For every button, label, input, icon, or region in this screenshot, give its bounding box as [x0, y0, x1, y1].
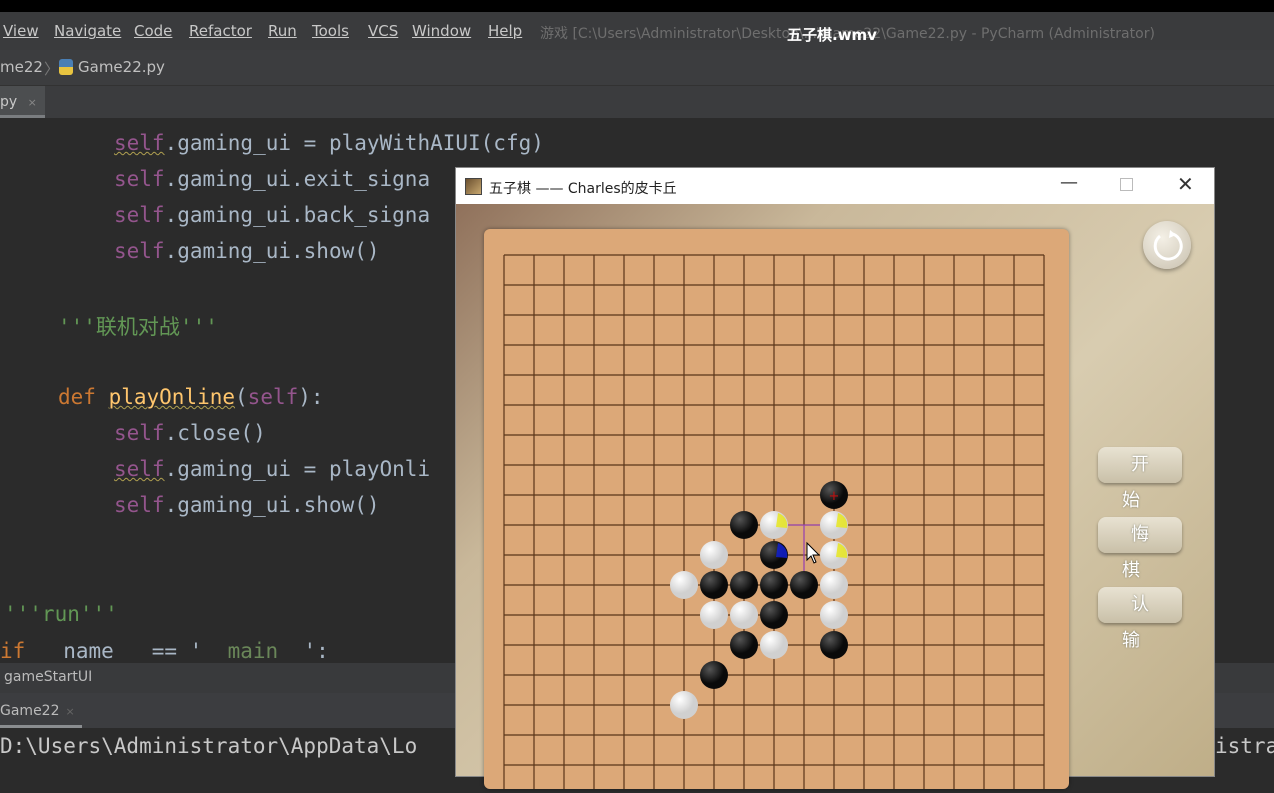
code-line: self.gaming_ui.back_signa [114, 203, 431, 227]
gomoku-title-bar: 五子棋 —— Charles的皮卡丘 — ✕ [456, 168, 1214, 204]
menu-tools[interactable]: Tools [312, 22, 349, 40]
video-top-bar [0, 0, 1274, 12]
code-line: self.gaming_ui.show() [114, 493, 380, 517]
gomoku-board[interactable]: + [484, 229, 1069, 793]
menu-code[interactable]: Code [134, 22, 172, 40]
tab-game22-py[interactable]: py × [0, 86, 45, 118]
python-file-icon [59, 59, 73, 75]
last-move-marker: + [829, 489, 840, 504]
white-stone [670, 691, 698, 719]
app-icon [465, 178, 482, 195]
code-line: def playOnline(self): [58, 385, 324, 409]
surrender-button[interactable]: 认输 [1098, 587, 1182, 651]
menu-window[interactable]: Window [412, 22, 471, 40]
tab-label: py [0, 94, 18, 110]
console-line-overflow: istra [1215, 734, 1274, 758]
white-stone [670, 571, 698, 599]
black-stone [730, 631, 758, 659]
code-line: '''联机对战''' [58, 315, 218, 339]
nav-project[interactable]: me22 [0, 58, 43, 76]
code-line: if name == ' main ': [0, 639, 329, 663]
black-stone [760, 601, 788, 629]
navigation-bar: me22 〉 Game22.py [0, 50, 1274, 86]
menu-bar: View Navigate Code Refactor Run Tools VC… [0, 12, 1274, 50]
start-button[interactable]: 开始 [1098, 447, 1182, 511]
menu-help[interactable]: Help [488, 22, 522, 40]
video-title: 五子棋.wmv [787, 26, 877, 44]
editor-tabs: py × [0, 86, 1274, 118]
menu-vcs[interactable]: VCS [368, 22, 398, 40]
white-stone [700, 541, 728, 569]
code-line: self.close() [114, 421, 266, 445]
code-line: '''run''' [4, 602, 118, 626]
black-stone [790, 571, 818, 599]
code-line: self.gaming_ui.exit_signa [114, 167, 431, 191]
code-line: self.gaming_ui.show() [114, 239, 380, 263]
black-stone [700, 661, 728, 689]
menu-run[interactable]: Run [268, 22, 297, 40]
white-stone [700, 601, 728, 629]
undo-button[interactable]: 悔棋 [1098, 517, 1182, 581]
code-line: self.gaming_ui = playOnli [114, 457, 431, 481]
black-stone [760, 571, 788, 599]
stone-highlight [776, 513, 788, 528]
black-stone [820, 631, 848, 659]
code-line: self.gaming_ui = playWithAIUI(cfg) [114, 131, 544, 155]
restart-button[interactable] [1143, 221, 1191, 269]
mouse-cursor-icon [806, 541, 821, 564]
gomoku-title: 五子棋 —— Charles的皮卡丘 [489, 181, 677, 197]
tab-close-icon[interactable]: × [28, 96, 37, 109]
menu-refactor[interactable]: Refactor [189, 22, 252, 40]
refresh-icon [1153, 230, 1183, 261]
white-stone [820, 571, 848, 599]
menu-view[interactable]: View [3, 22, 39, 40]
black-stone [730, 511, 758, 539]
stone-highlight [836, 543, 848, 558]
black-stone [700, 571, 728, 599]
maximize-button[interactable] [1120, 178, 1133, 191]
board-grid[interactable]: + [484, 229, 1069, 793]
nav-file[interactable]: Game22.py [78, 58, 165, 76]
run-tab-game22[interactable]: Game22 × [0, 693, 82, 728]
close-button[interactable]: ✕ [1177, 172, 1194, 196]
close-icon[interactable]: × [66, 705, 75, 718]
black-stone [730, 571, 758, 599]
white-stone [820, 601, 848, 629]
minimize-button[interactable]: — [1060, 172, 1078, 193]
stone-highlight [776, 543, 788, 558]
gomoku-window: 五子棋 —— Charles的皮卡丘 — ✕ + 开始 悔棋 认输 [455, 167, 1215, 793]
white-stone [730, 601, 758, 629]
menu-navigate[interactable]: Navigate [54, 22, 121, 40]
stone-highlight [836, 513, 848, 528]
white-stone [760, 631, 788, 659]
console-line: D:\Users\Administrator\AppData\Lo [0, 734, 418, 758]
